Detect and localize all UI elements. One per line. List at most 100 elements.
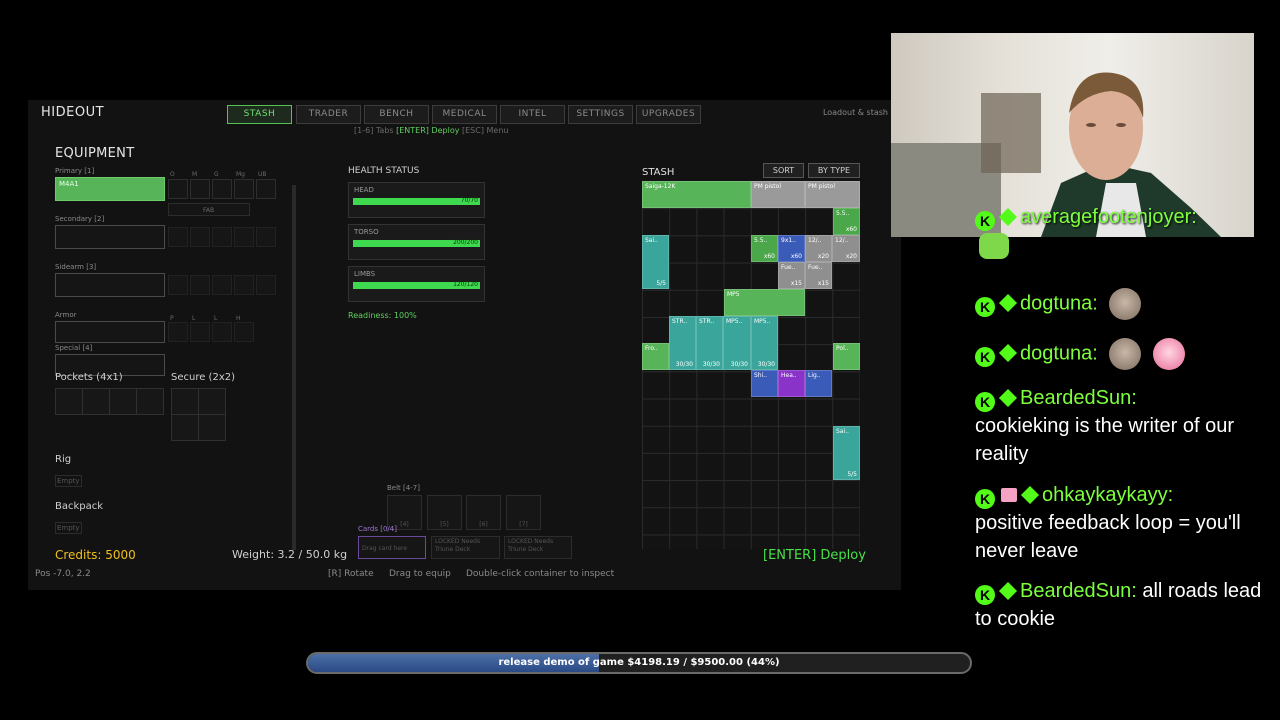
tab-upgrades[interactable]: UPGRADES — [636, 105, 701, 124]
stash-item[interactable]: 12/.. x20 — [832, 235, 860, 262]
chat-username[interactable]: averagefootenjoyer: — [1020, 206, 1197, 228]
stash-item[interactable]: Pol.. — [833, 343, 860, 370]
primary-label: Primary [1] — [55, 167, 95, 175]
kick-badge-icon: K — [975, 585, 995, 605]
primary-sub-slot[interactable]: FAB — [168, 203, 250, 216]
secure-slot[interactable] — [171, 414, 199, 441]
attachment-slot[interactable] — [190, 227, 210, 247]
stash-item[interactable]: MP5.. 30/30 — [723, 316, 751, 370]
stash-item[interactable]: Lig.. — [805, 370, 832, 397]
belt-slot[interactable]: [7] — [506, 495, 541, 530]
stash-item[interactable]: Fue.. x15 — [805, 262, 832, 289]
attachment-slot[interactable] — [256, 179, 276, 199]
tab-settings[interactable]: SETTINGS — [568, 105, 633, 124]
chat-username[interactable]: dogtuna: — [1020, 342, 1098, 364]
card-slot[interactable]: Drag card here — [358, 536, 426, 559]
drag-hint: Drag to equip — [389, 569, 451, 579]
health-limbs: LIMBS 120/120 — [348, 266, 485, 302]
attachment-slot[interactable] — [190, 179, 210, 199]
stash-item[interactable]: 9x1.. x60 — [778, 235, 805, 262]
deploy-button[interactable]: [ENTER] Deploy — [763, 548, 866, 563]
belt-slot[interactable]: [6] — [466, 495, 501, 530]
health-torso: TORSO 200/200 — [348, 224, 485, 260]
stash-item[interactable]: Fro.. — [642, 343, 669, 370]
stash-item[interactable]: MP5 — [724, 289, 805, 316]
attachment-slot[interactable] — [212, 179, 232, 199]
sort-button[interactable]: SORT — [763, 163, 804, 178]
attachment-slot[interactable] — [256, 275, 276, 295]
weight-label: Weight: 3.2 / 50.0 kg — [232, 548, 348, 561]
stash-item[interactable]: 5.5.. x60 — [833, 208, 860, 235]
secondary-slot[interactable] — [55, 225, 165, 249]
chat-username[interactable]: BeardedSun: — [1020, 580, 1137, 602]
stash-item[interactable]: MP5.. 30/30 — [751, 316, 778, 370]
stash-item[interactable]: PM pistol — [805, 181, 860, 208]
belt-slot[interactable]: [5] — [427, 495, 462, 530]
stash-item[interactable]: 5.5.. x60 — [751, 235, 778, 262]
secure-slot[interactable] — [198, 414, 226, 441]
stash-item[interactable]: PM pistol — [751, 181, 805, 208]
attachment-slot[interactable] — [212, 227, 232, 247]
stash-item[interactable]: Fue.. x15 — [778, 262, 805, 289]
tab-stash[interactable]: STASH — [227, 105, 292, 124]
stash-item[interactable]: Sai.. 5/5 — [642, 235, 669, 289]
armor-attachment-slot[interactable] — [212, 322, 232, 342]
chat-username[interactable]: BeardedSun: — [1020, 387, 1137, 409]
armor-attachment-slot[interactable] — [168, 322, 188, 342]
secure-slot[interactable] — [171, 388, 199, 415]
secure-slot[interactable] — [198, 388, 226, 415]
stash-item[interactable]: Shi.. — [751, 370, 778, 397]
stash-item[interactable]: 12/.. x20 — [805, 235, 832, 262]
attachment-slot[interactable] — [190, 275, 210, 295]
attachment-slot[interactable] — [256, 227, 276, 247]
armor-label: Armor — [55, 311, 77, 319]
health-bar-fill: 120/120 — [353, 281, 480, 289]
sidearm-slot[interactable] — [55, 273, 165, 297]
attachment-slot[interactable] — [234, 275, 254, 295]
pocket-slot[interactable] — [136, 388, 164, 415]
tab-trader[interactable]: TRADER — [296, 105, 361, 124]
kick-badge-icon: K — [975, 211, 995, 231]
attachment-slot[interactable] — [212, 275, 232, 295]
primary-slot[interactable]: M4A1 — [55, 177, 165, 201]
diamond-badge-icon — [998, 344, 1018, 363]
attachment-slot[interactable] — [168, 179, 188, 199]
armor-attachment-slot[interactable] — [234, 322, 254, 342]
kick-badge-icon: K — [975, 297, 995, 318]
kick-badge-icon: K — [975, 489, 995, 509]
chat-message: K BeardedSun: all roads lead to cookie — [975, 577, 1265, 633]
pocket-slot[interactable] — [55, 388, 83, 415]
stash-item[interactable]: STR.. 30/30 — [669, 316, 696, 370]
stash-item[interactable]: Hea.. — [778, 370, 805, 397]
armor-attach-label: P — [170, 315, 174, 322]
stash-title: STASH — [642, 167, 675, 178]
rig-slot[interactable]: Empty — [55, 475, 82, 487]
chat-message: Kdogtuna: — [975, 338, 1265, 370]
stash-item[interactable]: STR.. 30/30 — [696, 316, 723, 370]
chat-username[interactable]: dogtuna: — [1020, 292, 1098, 314]
pocket-slot[interactable] — [109, 388, 137, 415]
attachment-slot[interactable] — [234, 227, 254, 247]
stash-grid[interactable]: Saiga-12K PM pistol PM pistol 5.5.. x60 S… — [642, 181, 860, 549]
by-type-button[interactable]: BY TYPE — [808, 163, 860, 178]
attachment-slot[interactable] — [168, 227, 188, 247]
tab-bench[interactable]: BENCH — [364, 105, 429, 124]
equipment-scrollbar[interactable] — [292, 185, 296, 550]
pockets-label: Pockets (4x1) — [55, 372, 123, 383]
attachment-slot[interactable] — [234, 179, 254, 199]
chat-username[interactable]: ohkaykaykayy: — [1042, 484, 1173, 506]
armor-slot[interactable] — [55, 321, 165, 343]
hamster-emote-icon — [1109, 338, 1142, 370]
stash-item[interactable]: Sai.. 5/5 — [833, 426, 860, 480]
chat-text: cookieking is the writer of our reality — [975, 415, 1235, 465]
pocket-slot[interactable] — [82, 388, 110, 415]
tab-medical[interactable]: MEDICAL — [432, 105, 497, 124]
health-bar: 120/120 — [353, 281, 480, 289]
backpack-slot[interactable]: Empty — [55, 522, 82, 534]
armor-attachment-slot[interactable] — [190, 322, 210, 342]
attach-label-ub: UB — [258, 171, 267, 178]
tab-intel[interactable]: INTEL — [500, 105, 565, 124]
stash-item[interactable]: Saiga-12K — [642, 181, 751, 208]
attachment-slot[interactable] — [168, 275, 188, 295]
diamond-badge-icon — [998, 388, 1018, 408]
